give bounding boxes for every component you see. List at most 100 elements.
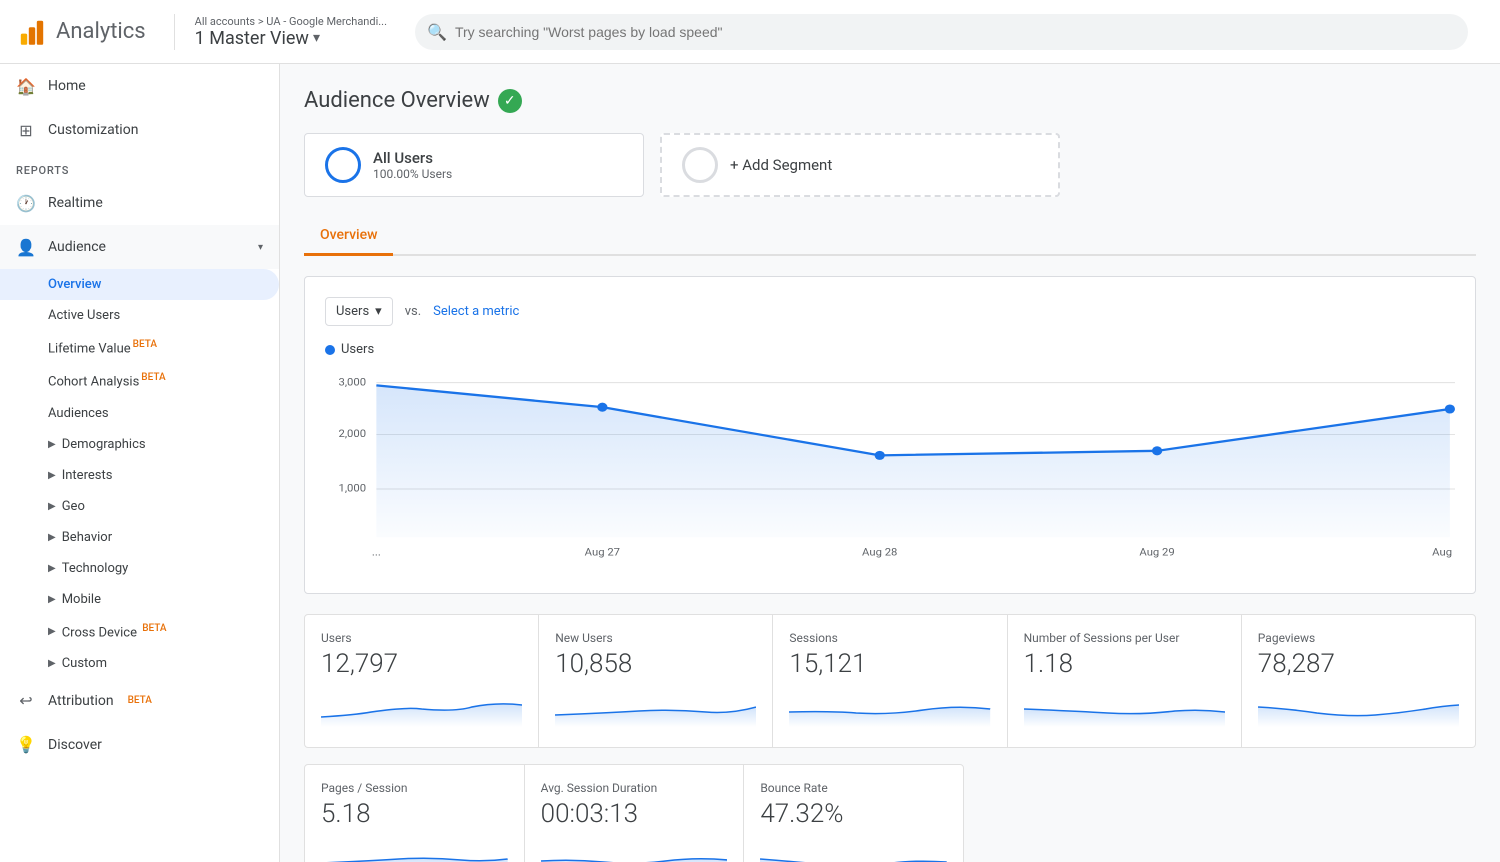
sidebar-label-technology: Technology xyxy=(62,561,129,576)
add-segment-button[interactable]: + Add Segment xyxy=(660,133,1060,197)
sidebar-label-realtime: Realtime xyxy=(48,195,103,211)
sidebar-label-demographics: Demographics xyxy=(62,437,146,452)
metric-dropdown[interactable]: Users ▾ xyxy=(325,297,393,326)
sidebar-expandable-mobile[interactable]: ▶ Mobile xyxy=(0,584,279,615)
all-users-segment-card[interactable]: All Users 100.00% Users xyxy=(304,133,644,197)
chevron-right-interests-icon: ▶ xyxy=(48,470,56,481)
metric-value-sessions-per-user: 1.18 xyxy=(1024,649,1225,679)
chart-section: Users ▾ vs. Select a metric Users 3,000 … xyxy=(304,276,1476,594)
home-icon: 🏠 xyxy=(16,76,36,96)
sparkline-sessions-per-user xyxy=(1024,687,1225,727)
beta-badge-cohort: BETA xyxy=(141,372,165,383)
sidebar-item-attribution[interactable]: ↩ Attribution BETA xyxy=(0,679,279,723)
select-metric-link[interactable]: Select a metric xyxy=(433,304,519,319)
main-layout: 🏠 Home ⊞ Customization REPORTS 🕐 Realtim… xyxy=(0,64,1500,862)
audience-icon: 👤 xyxy=(16,237,36,257)
audience-chevron-down: ▾ xyxy=(258,242,263,253)
page-header: Audience Overview ✓ xyxy=(304,88,1476,113)
sidebar-label-customization: Customization xyxy=(48,122,138,138)
svg-text:Aug 28: Aug 28 xyxy=(862,546,897,558)
sidebar-sub-overview[interactable]: Overview xyxy=(0,269,279,300)
metric-name-sessions-per-user: Number of Sessions per User xyxy=(1024,631,1225,645)
search-icon: 🔍 xyxy=(427,22,447,41)
metric-name-sessions: Sessions xyxy=(789,631,990,645)
sidebar-item-discover[interactable]: 💡 Discover xyxy=(0,723,279,767)
attribution-icon: ↩ xyxy=(16,691,36,711)
sidebar-expandable-technology[interactable]: ▶ Technology xyxy=(0,553,279,584)
metric-dropdown-label: Users xyxy=(336,304,369,319)
metric-card-sessions-per-user: Number of Sessions per User 1.18 xyxy=(1008,615,1241,747)
sidebar-label-behavior: Behavior xyxy=(62,530,112,545)
topbar: Analytics All accounts > UA - Google Mer… xyxy=(0,0,1500,64)
search-input[interactable] xyxy=(415,14,1468,50)
account-path: All accounts > UA - Google Merchandi... xyxy=(195,15,387,28)
chevron-down-icon: ▾ xyxy=(313,30,320,46)
discover-icon: 💡 xyxy=(16,735,36,755)
sidebar-label-discover: Discover xyxy=(48,737,102,753)
view-selector[interactable]: 1 Master View ▾ xyxy=(195,28,387,49)
sidebar-label-attribution: Attribution xyxy=(48,693,114,709)
svg-text:3,000: 3,000 xyxy=(338,376,366,388)
metric-card-pages-per-session: Pages / Session 5.18 xyxy=(305,765,524,862)
sidebar-item-audience[interactable]: 👤 Audience ▾ xyxy=(0,225,279,269)
svg-text:Aug 30: Aug 30 xyxy=(1432,546,1455,558)
metric-value-sessions: 15,121 xyxy=(789,649,990,679)
metric-name-new-users: New Users xyxy=(555,631,756,645)
sidebar-sub-active-users[interactable]: Active Users xyxy=(0,300,279,331)
metric-card-new-users: New Users 10,858 xyxy=(539,615,772,747)
add-segment-label: + Add Segment xyxy=(730,156,832,174)
sidebar-item-home[interactable]: 🏠 Home xyxy=(0,64,279,108)
metric-card-users: Users 12,797 xyxy=(305,615,538,747)
chevron-right-technology-icon: ▶ xyxy=(48,563,56,574)
metric-value-pageviews: 78,287 xyxy=(1258,649,1459,679)
search-bar-wrap: 🔍 xyxy=(415,14,1468,50)
metric-selector: Users ▾ vs. Select a metric xyxy=(325,297,1455,326)
chevron-right-mobile-icon: ▶ xyxy=(48,594,56,605)
metric-card-pageviews: Pageviews 78,287 xyxy=(1242,615,1475,747)
sidebar-sub-audiences[interactable]: Audiences xyxy=(0,398,279,429)
sidebar-expandable-demographics[interactable]: ▶ Demographics xyxy=(0,429,279,460)
metric-name-avg-session-duration: Avg. Session Duration xyxy=(541,781,728,795)
sidebar-label-interests: Interests xyxy=(62,468,113,483)
beta-badge-attribution: BETA xyxy=(128,695,152,706)
metric-name-pageviews: Pageviews xyxy=(1258,631,1459,645)
analytics-logo-icon xyxy=(16,16,48,48)
beta-badge-cross-device: BETA xyxy=(142,623,166,634)
sidebar-item-realtime[interactable]: 🕐 Realtime xyxy=(0,181,279,225)
beta-badge-lifetime: BETA xyxy=(133,339,157,350)
sidebar-label-mobile: Mobile xyxy=(62,592,101,607)
chevron-right-custom-icon: ▶ xyxy=(48,658,56,669)
svg-text:Aug 27: Aug 27 xyxy=(585,546,620,558)
add-segment-circle xyxy=(682,147,718,183)
metric-name-pages-per-session: Pages / Session xyxy=(321,781,508,795)
sparkline-sessions xyxy=(789,687,990,727)
metric-value-bounce-rate: 47.32% xyxy=(760,799,947,829)
sidebar-sub-cohort-analysis[interactable]: Cohort AnalysisBETA xyxy=(0,364,279,397)
sidebar-expandable-behavior[interactable]: ▶ Behavior xyxy=(0,522,279,553)
sidebar-expandable-custom[interactable]: ▶ Custom xyxy=(0,648,279,679)
sidebar-item-customization[interactable]: ⊞ Customization xyxy=(0,108,279,152)
metric-dropdown-chevron: ▾ xyxy=(375,304,382,319)
metric-card-sessions: Sessions 15,121 xyxy=(773,615,1006,747)
sidebar-sub-lifetime-value[interactable]: Lifetime ValueBETA xyxy=(0,331,279,364)
line-chart: 3,000 2,000 1,000 xyxy=(325,369,1455,569)
metric-name-bounce-rate: Bounce Rate xyxy=(760,781,947,795)
view-label: 1 Master View xyxy=(195,28,309,49)
metric-value-pages-per-session: 5.18 xyxy=(321,799,508,829)
chart-wrapper: 3,000 2,000 1,000 xyxy=(325,369,1455,573)
sidebar-label-audience: Audience xyxy=(48,239,106,255)
sidebar-label-geo: Geo xyxy=(62,499,85,514)
logo-text: Analytics xyxy=(56,19,146,44)
chart-legend: Users xyxy=(325,342,1455,357)
sidebar-expandable-interests[interactable]: ▶ Interests xyxy=(0,460,279,491)
svg-text:1,000: 1,000 xyxy=(338,482,366,494)
customization-icon: ⊞ xyxy=(16,120,36,140)
tab-overview[interactable]: Overview xyxy=(304,217,393,256)
sidebar-label-cross-device: Cross Device BETA xyxy=(62,623,167,640)
page-title: Audience Overview xyxy=(304,88,490,113)
sidebar-expandable-geo[interactable]: ▶ Geo xyxy=(0,491,279,522)
sparkline-pages-per-session xyxy=(321,837,508,862)
sidebar-expandable-cross-device[interactable]: ▶ Cross Device BETA xyxy=(0,615,279,648)
metric-name-users: Users xyxy=(321,631,522,645)
svg-text:2,000: 2,000 xyxy=(338,428,366,440)
